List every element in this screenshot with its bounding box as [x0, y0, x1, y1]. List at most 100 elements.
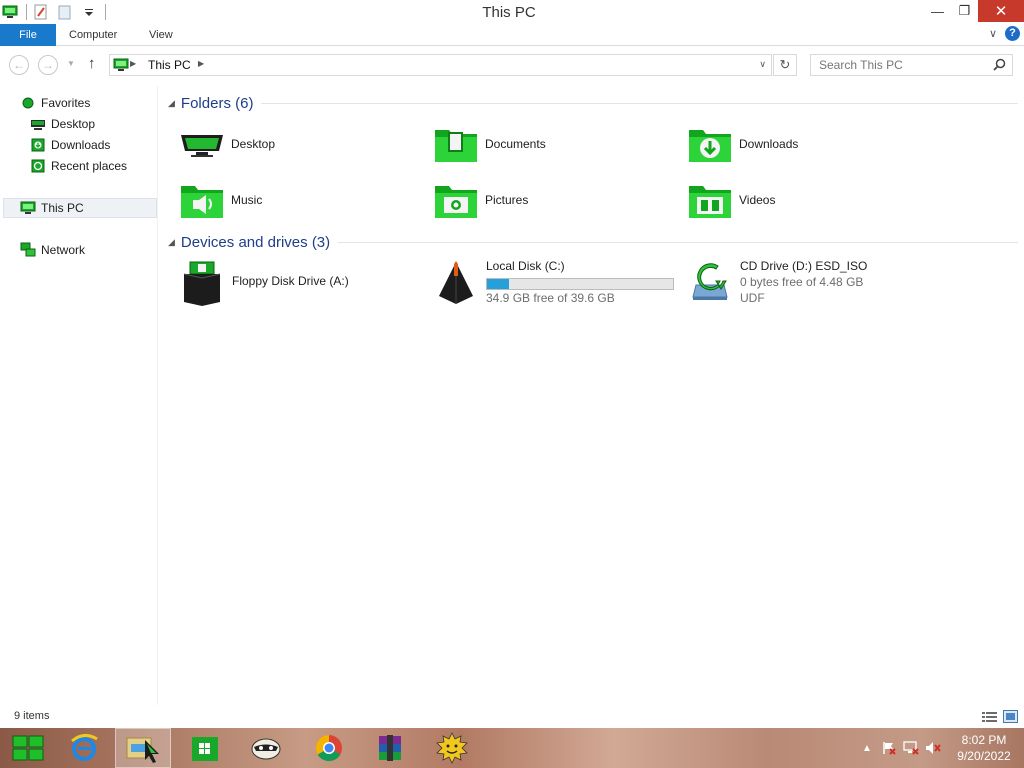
nav-item-label: This PC: [41, 201, 84, 215]
details-view-icon[interactable]: [981, 709, 997, 724]
search-input[interactable]: [811, 55, 981, 75]
ribbon-tabs: File Computer View ∨ ?: [0, 24, 1024, 46]
hard-disk-icon: [432, 258, 480, 308]
breadcrumb-separator-icon[interactable]: ▶: [130, 59, 136, 68]
nav-item-recent-places[interactable]: Recent places: [30, 156, 127, 176]
file-explorer-icon[interactable]: [115, 728, 171, 768]
drive-free-space: 34.9 GB free of 39.6 GB: [486, 291, 615, 305]
collapse-triangle-icon[interactable]: ◢: [168, 237, 175, 248]
action-center-flag-icon[interactable]: [878, 740, 900, 756]
nav-item-label: Recent places: [51, 159, 128, 173]
folder-tile-documents[interactable]: Documents: [432, 122, 682, 166]
show-hidden-icons-chevron-icon[interactable]: ▲: [856, 740, 878, 756]
folder-name: Documents: [485, 137, 546, 151]
group-title: Folders (6): [180, 94, 254, 112]
folder-downloads-icon: [686, 122, 734, 166]
navigation-pane: Favorites Desktop Downloads Recent place…: [0, 86, 158, 705]
recent-locations-chevron-icon[interactable]: ▼: [67, 59, 75, 68]
group-header-folders[interactable]: ◢ Folders (6): [168, 93, 1018, 113]
network-icon: [20, 242, 36, 258]
clock[interactable]: 8:02 PM 9/20/2022: [944, 732, 1024, 764]
monitor-icon: [178, 122, 226, 166]
group-title: Devices and drives (3): [180, 233, 331, 251]
this-pc-icon: [113, 57, 129, 76]
clock-time: 8:02 PM: [961, 733, 1007, 747]
recent-places-icon: [30, 158, 46, 174]
drive-tile-floppy[interactable]: Floppy Disk Drive (A:): [178, 258, 428, 308]
nav-item-label: Desktop: [51, 117, 96, 131]
folder-name: Videos: [739, 193, 776, 207]
drive-name: Local Disk (C:): [486, 259, 565, 273]
minimize-button[interactable]: —: [924, 0, 951, 22]
chrome-icon[interactable]: [301, 728, 357, 768]
status-bar: 9 items: [0, 706, 1024, 728]
cd-drive-icon: [686, 258, 734, 308]
folder-tile-downloads[interactable]: Downloads: [686, 122, 936, 166]
start-icon[interactable]: [0, 728, 56, 768]
folder-videos-icon: [686, 178, 734, 222]
raccoon-app-icon[interactable]: [238, 728, 294, 768]
tab-view[interactable]: View: [138, 24, 184, 46]
floppy-drive-icon: [178, 258, 226, 308]
disk-usage-bar: [486, 278, 674, 290]
collapse-triangle-icon[interactable]: ◢: [168, 98, 175, 109]
up-arrow-icon[interactable]: ↑: [88, 55, 96, 72]
forward-button[interactable]: →: [38, 55, 58, 75]
disk-usage-fill: [487, 279, 510, 289]
drive-free-space: 0 bytes free of 4.48 GB: [740, 275, 864, 289]
divider: [338, 241, 1018, 243]
volume-muted-icon[interactable]: [922, 740, 944, 756]
this-pc-icon: [20, 200, 36, 216]
search-icon[interactable]: [993, 58, 1006, 74]
winrar-icon[interactable]: [362, 728, 418, 768]
store-icon[interactable]: [177, 728, 233, 768]
large-icons-view-icon[interactable]: [1002, 709, 1018, 724]
network-status-icon[interactable]: [900, 740, 922, 756]
nav-item-network[interactable]: Network: [20, 240, 85, 260]
window-title: This PC: [482, 4, 536, 21]
title-bar: This PC — ❐ ✕: [0, 0, 1024, 24]
clock-date: 9/20/2022: [957, 749, 1011, 763]
nav-item-desktop[interactable]: Desktop: [30, 114, 95, 134]
content-pane: ◢ Folders (6) Desktop Documents Download…: [160, 86, 1024, 705]
drive-tile-local-disk[interactable]: Local Disk (C:) 34.9 GB free of 39.6 GB: [432, 258, 682, 308]
breadcrumb-separator-icon[interactable]: ▶: [198, 59, 204, 68]
sun-app-icon[interactable]: [424, 728, 480, 768]
nav-item-downloads[interactable]: Downloads: [30, 135, 110, 155]
expand-ribbon-chevron-icon[interactable]: ∨: [989, 27, 997, 40]
divider: [261, 102, 1018, 104]
nav-item-label: Network: [41, 243, 86, 257]
address-dropdown-chevron-icon[interactable]: ∨: [759, 59, 766, 70]
drive-file-system: UDF: [740, 291, 765, 305]
folder-name: Downloads: [739, 137, 799, 151]
folder-name: Music: [231, 193, 263, 207]
folder-tile-desktop[interactable]: Desktop: [178, 122, 428, 166]
drive-tile-cd[interactable]: CD Drive (D:) ESD_ISO 0 bytes free of 4.…: [686, 258, 936, 308]
address-bar[interactable]: ▶ This PC ▶ ∨: [109, 54, 772, 76]
internet-explorer-icon[interactable]: [56, 728, 112, 768]
folder-tile-music[interactable]: Music: [178, 178, 428, 222]
back-button[interactable]: ←: [9, 55, 29, 75]
help-icon[interactable]: ?: [1005, 26, 1020, 41]
tab-file[interactable]: File: [0, 24, 56, 46]
folder-pictures-icon: [432, 178, 480, 222]
folder-name: Desktop: [231, 137, 276, 151]
breadcrumb-this-pc[interactable]: This PC: [148, 58, 191, 72]
folder-tile-pictures[interactable]: Pictures: [432, 178, 682, 222]
nav-favorites-label: Favorites: [41, 96, 91, 110]
folder-tile-videos[interactable]: Videos: [686, 178, 936, 222]
search-box[interactable]: [810, 54, 1013, 76]
close-button[interactable]: ✕: [978, 0, 1024, 22]
nav-item-this-pc[interactable]: This PC: [3, 198, 157, 218]
nav-favorites[interactable]: Favorites: [20, 93, 90, 113]
restore-button[interactable]: ❐: [951, 0, 978, 22]
system-tray: ▲ 8:02 PM 9/20/2022: [856, 728, 1024, 768]
tab-computer[interactable]: Computer: [58, 24, 128, 46]
group-header-devices[interactable]: ◢ Devices and drives (3): [168, 232, 1018, 252]
refresh-button[interactable]: ↻: [773, 54, 797, 76]
drive-name: CD Drive (D:) ESD_ISO: [740, 259, 868, 273]
folder-name: Pictures: [485, 193, 529, 207]
window-controls: — ❐ ✕: [924, 0, 1024, 22]
desktop-icon: [30, 116, 46, 132]
taskbar: ▲ 8:02 PM 9/20/2022: [0, 728, 1024, 768]
